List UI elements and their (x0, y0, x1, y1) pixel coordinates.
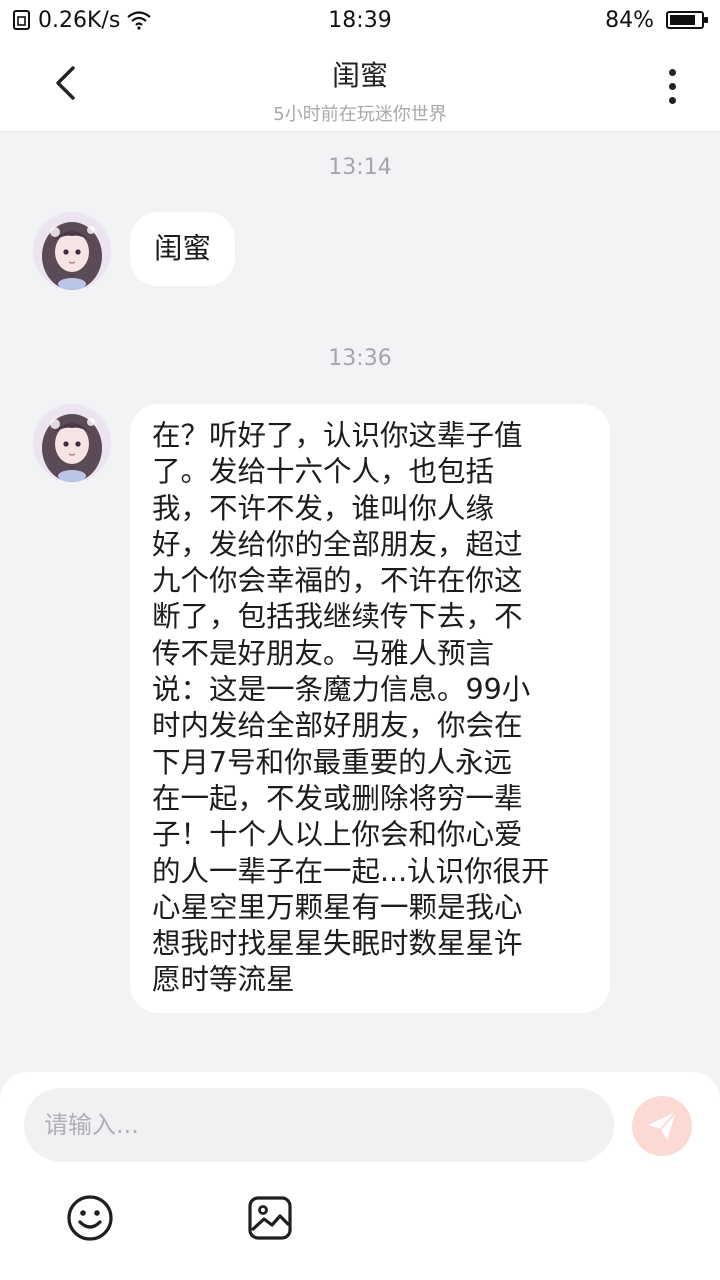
avatar[interactable] (33, 212, 111, 290)
more-button[interactable] (652, 62, 692, 110)
battery-icon (666, 11, 708, 29)
chat-title: 闺蜜 (331, 59, 388, 92)
sim-icon (13, 10, 30, 30)
avatar-image (33, 404, 111, 482)
emoji-icon (67, 1195, 113, 1241)
status-right: 84% (605, 7, 708, 33)
message-line: 子！十个人以上你会和你心爱 (152, 818, 523, 852)
image-icon (248, 1196, 292, 1240)
send-button[interactable] (632, 1096, 692, 1156)
message-bubble[interactable]: 在？听好了，认识你这辈子值 了。发给十六个人，也包括 我，不许不发，谁叫你人缘 … (130, 404, 610, 1013)
message-line: 断了，包括我继续传下去，不 (152, 600, 523, 634)
message-line: 下月7号和你最重要的人永远 (152, 745, 513, 779)
message-timestamp: 13:36 (328, 346, 392, 371)
send-icon (648, 1111, 677, 1140)
message-input[interactable] (24, 1088, 614, 1162)
message-line: 在？听好了，认识你这辈子值 (152, 419, 523, 452)
message-line: 心星空里万颗星有一颗是我心 (152, 890, 523, 924)
more-icon (668, 68, 676, 76)
message-line: 在一起，不发或删除将穷一辈 (152, 781, 523, 815)
input-area (0, 1072, 720, 1280)
avatar[interactable] (33, 404, 111, 482)
status-bar: 0.26K/s 18:39 84% (0, 0, 720, 40)
message-text: 闺蜜 (154, 231, 212, 265)
message-line: 我，不许不发，谁叫你人缘 (152, 491, 495, 525)
battery-percent: 84% (605, 7, 654, 33)
wifi-icon (127, 11, 151, 30)
more-icon-dot (668, 96, 676, 104)
emoji-button[interactable] (66, 1194, 114, 1242)
message-bubble[interactable]: 闺蜜 (130, 212, 236, 286)
message-line: 的人一辈子在一起...认识你很开 (152, 854, 550, 888)
message-timestamp: 13:14 (328, 155, 392, 180)
battery-level (670, 15, 695, 25)
message-line: 了。发给十六个人，也包括 (152, 455, 495, 489)
message-line: 说：这是一条魔力信息。99小 (152, 673, 531, 707)
header-title-group: 闺蜜 5小时前在玩迷你世界 (0, 54, 720, 126)
message-line: 时内发给全部好朋友，你会在 (152, 709, 523, 743)
more-icon-dot (668, 82, 676, 90)
status-left: 0.26K/s (12, 8, 152, 33)
message-line: 好，发给你的全部朋友，超过 (152, 527, 523, 561)
message-line: 传不是好朋友。马雅人预言 (152, 636, 495, 670)
message-line: 九个你会幸福的，不许在你这 (152, 564, 523, 598)
message-line: 想我时找星星失眠时数星星许 (152, 927, 523, 961)
chat-subtitle: 5小时前在玩迷你世界 (273, 104, 447, 125)
message-line: 愿时等流星 (152, 963, 295, 997)
avatar-image (33, 212, 111, 290)
chat-header: 闺蜜 5小时前在玩迷你世界 (0, 40, 720, 132)
chat-screen: 0.26K/s 18:39 84% 闺蜜 5小时前在玩迷你世界 13:14 闺蜜… (0, 0, 720, 1280)
image-button[interactable] (246, 1194, 294, 1242)
net-speed: 0.26K/s (38, 7, 121, 33)
